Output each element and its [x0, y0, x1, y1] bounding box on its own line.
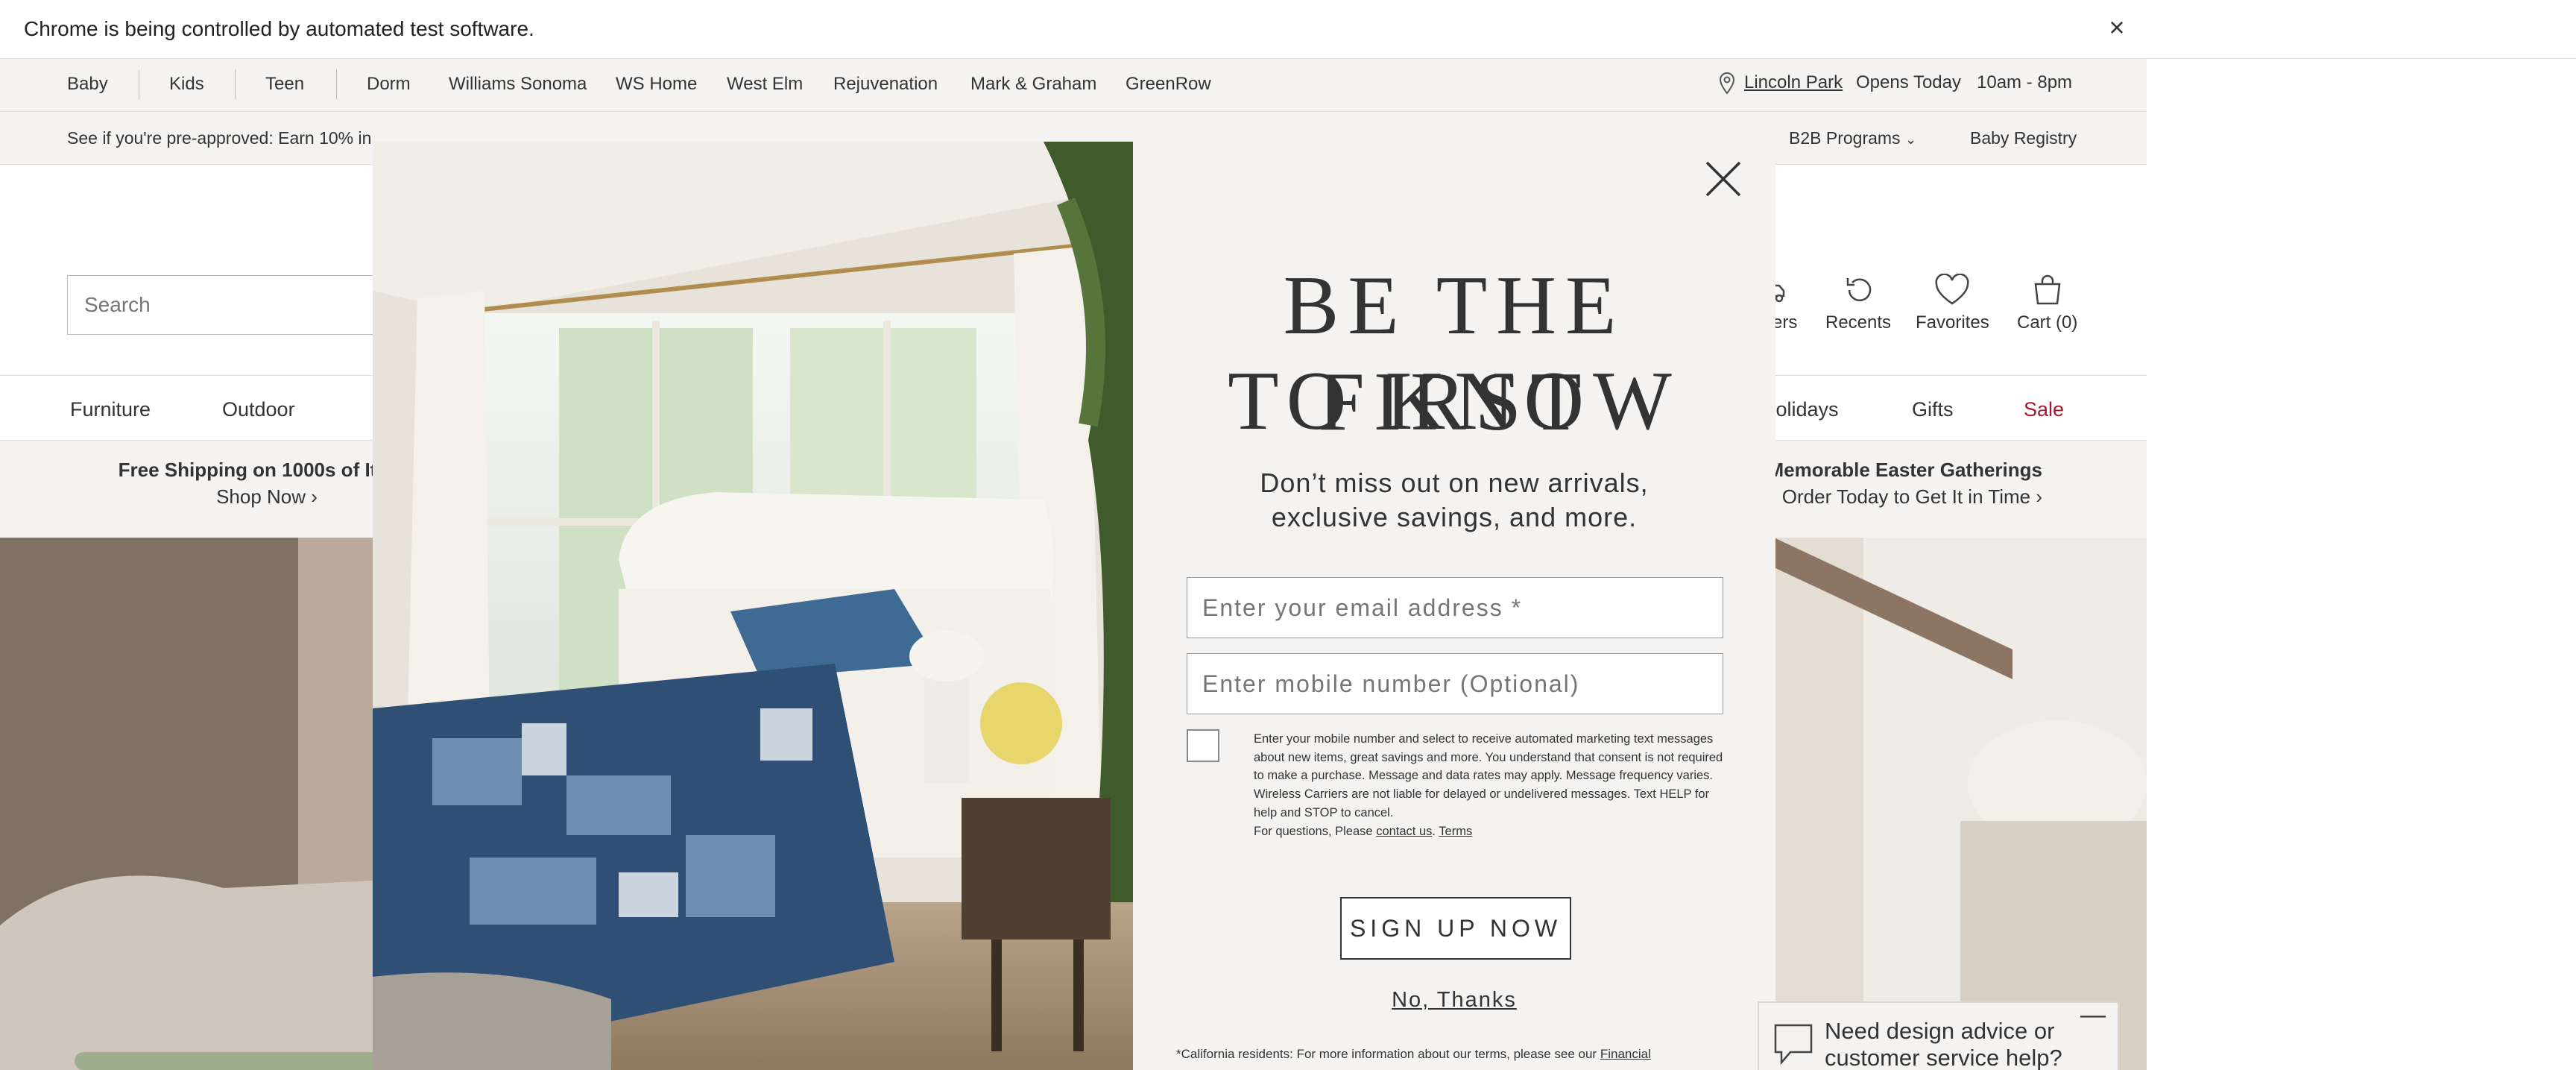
- modal-subtitle-line1: Don’t miss out on new arrivals,: [1260, 468, 1649, 498]
- bedroom-photo: [373, 142, 1133, 1070]
- heart-icon: [1935, 274, 1969, 305]
- nav-gifts[interactable]: Gifts: [1912, 398, 1954, 421]
- brand-link-baby[interactable]: Baby: [67, 74, 108, 95]
- location-pin-icon: [1718, 72, 1736, 100]
- california-legal-notice: *California residents: For more informat…: [1176, 1047, 1743, 1062]
- sms-consent-text: Enter your mobile number and select to r…: [1254, 732, 1723, 838]
- sign-up-now-button[interactable]: SIGN UP NOW: [1340, 897, 1571, 960]
- no-thanks-link[interactable]: No, Thanks: [1133, 988, 1775, 1013]
- favorites-label: Favorites: [1916, 312, 1989, 333]
- nav-sale[interactable]: Sale: [2024, 398, 2064, 421]
- brand-link-mark-graham[interactable]: Mark & Graham: [970, 74, 1096, 95]
- chat-widget[interactable]: Need design advice or customer service h…: [1758, 1001, 2119, 1070]
- recents-button[interactable]: Recents: [1825, 274, 1891, 333]
- signup-form-panel: BE THE FIRST TO KNOW Don’t miss out on n…: [1133, 142, 1775, 1070]
- brand-link-williams-sonoma[interactable]: Williams Sonoma: [449, 74, 587, 95]
- b2b-programs-label: B2B Programs: [1789, 128, 1901, 148]
- modal-subtitle-line2: exclusive savings, and more.: [1271, 502, 1638, 532]
- consent-questions: For questions, Please: [1254, 824, 1373, 838]
- close-icon[interactable]: [1702, 158, 1744, 200]
- consent-body: Enter your mobile number and select to r…: [1254, 732, 1723, 819]
- chat-text-line1: Need design advice or: [1825, 1018, 2055, 1044]
- blank-viewport-area: [2147, 59, 2576, 1070]
- cart-button[interactable]: Cart (0): [2017, 274, 2077, 333]
- divider: [235, 69, 236, 99]
- history-icon: [1846, 278, 1872, 302]
- bedroom-scene-illustration: [373, 142, 1133, 1070]
- infobar-close-icon[interactable]: ×: [2102, 12, 2132, 43]
- brand-link-dorm[interactable]: Dorm: [367, 74, 411, 95]
- brand-link-ws-home[interactable]: WS Home: [616, 74, 697, 95]
- cart-label: Cart (0): [2017, 312, 2078, 333]
- signup-modal: BE THE FIRST TO KNOW Don’t miss out on n…: [373, 142, 1775, 1070]
- modal-headline-line2: TO KNOW: [1228, 355, 1681, 447]
- automation-infobar-text: Chrome is being controlled by automated …: [24, 17, 534, 40]
- brand-link-west-elm[interactable]: West Elm: [727, 74, 803, 95]
- mobile-number-input[interactable]: [1187, 653, 1723, 714]
- store-hours: 10am - 8pm: [1977, 72, 2073, 92]
- b2b-programs-dropdown[interactable]: B2B Programs ⌄: [1789, 128, 1916, 148]
- automation-infobar: Chrome is being controlled by automated …: [0, 0, 2576, 59]
- legal-text: *California residents: For more informat…: [1176, 1047, 1597, 1061]
- terms-link[interactable]: Terms: [1439, 825, 1472, 838]
- sms-consent-checkbox[interactable]: [1187, 729, 1219, 762]
- chat-text-line2: customer service help?: [1825, 1045, 2062, 1070]
- shopping-bag-icon: [2034, 274, 2061, 305]
- chevron-down-icon: ⌄: [1904, 132, 1917, 147]
- brand-link-teen[interactable]: Teen: [265, 74, 304, 95]
- store-status: Opens Today: [1856, 72, 1961, 92]
- brand-link-greenrow[interactable]: GreenRow: [1126, 74, 1211, 95]
- nav-outdoor[interactable]: Outdoor: [222, 398, 295, 421]
- brand-link-rejuvenation[interactable]: Rejuvenation: [833, 74, 938, 95]
- search-input[interactable]: [67, 275, 388, 335]
- recents-label: Recents: [1825, 312, 1892, 333]
- page: Baby Kids Teen Dorm Williams Sonoma WS H…: [0, 59, 2147, 1070]
- minimize-icon[interactable]: —: [2080, 1001, 2106, 1028]
- nav-furniture[interactable]: Furniture: [70, 398, 151, 421]
- financial-link[interactable]: Financial: [1600, 1047, 1651, 1061]
- financing-promo-link[interactable]: See if you're pre-approved: Earn 10% in: [67, 128, 371, 148]
- divider: [336, 69, 337, 99]
- brand-bar: Baby Kids Teen Dorm Williams Sonoma WS H…: [0, 59, 2147, 111]
- chat-bubble-icon: [1774, 1024, 1813, 1066]
- email-input[interactable]: [1187, 577, 1723, 638]
- store-name-link[interactable]: Lincoln Park: [1744, 72, 1843, 93]
- baby-registry-link[interactable]: Baby Registry: [1970, 128, 2077, 148]
- favorites-button[interactable]: Favorites: [1916, 274, 1989, 333]
- contact-us-link[interactable]: contact us: [1376, 825, 1432, 838]
- brand-link-kids[interactable]: Kids: [169, 74, 204, 95]
